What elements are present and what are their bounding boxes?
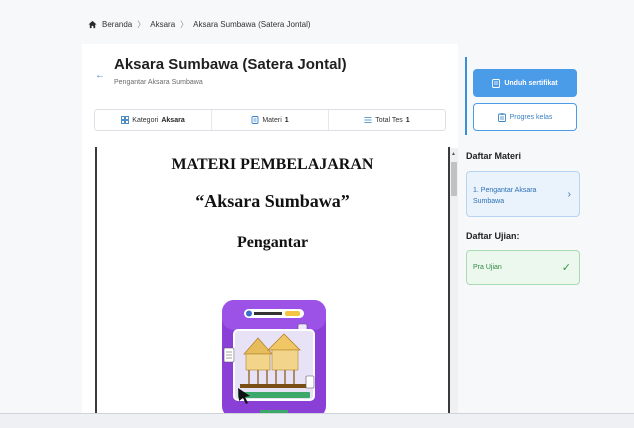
stat-tes: Total Tes 1 [328, 110, 445, 130]
document-title: “Aksara Sumbawa” [195, 191, 350, 211]
breadcrumb-item-aksara[interactable]: Aksara [150, 20, 175, 29]
arrow-left-icon[interactable]: ← [95, 70, 105, 81]
ujian-item-label: Pra Ujian [473, 264, 502, 271]
document-scrollbar[interactable]: ▲ [450, 148, 458, 416]
material-document-viewer[interactable]: MATERI PEMBELAJARAN “Aksara Sumbawa” Pen… [95, 147, 450, 416]
stat-tes-label: Total Tes [375, 116, 403, 124]
chevron-right-icon: › [567, 189, 571, 200]
accent-divider [465, 57, 467, 135]
bottom-bar [0, 413, 634, 428]
breadcrumb: Beranda 〉 Aksara 〉 Aksara Sumbawa (Sater… [88, 19, 311, 30]
ujian-list-item[interactable]: Pra Ujian ✓ [466, 250, 580, 285]
certificate-icon [492, 78, 501, 88]
ujian-list-title: Daftar Ujian: [466, 231, 520, 241]
stat-tes-value: 1 [405, 116, 410, 124]
stat-materi-value: 1 [284, 116, 289, 124]
download-certificate-label: Unduh sertifikat [504, 79, 558, 87]
scroll-up-icon[interactable]: ▲ [451, 151, 456, 157]
page-subtitle: Pengantar Aksara Sumbawa [114, 79, 203, 86]
scrollbar-thumb[interactable] [451, 162, 457, 196]
check-icon: ✓ [561, 262, 571, 274]
materi-list-item[interactable]: 1. Pengantar Aksara Sumbawa › [466, 171, 580, 217]
stat-materi: Materi 1 [211, 110, 328, 130]
materi-list-title: Daftar Materi [466, 151, 522, 161]
breadcrumb-item-beranda[interactable]: Beranda [102, 20, 132, 29]
course-card: ← Aksara Sumbawa (Satera Jontal) Pengant… [82, 44, 458, 416]
stat-kategori: Kategori Aksara [95, 110, 211, 130]
actions-panel: Unduh sertifikat Progres kelas [462, 57, 590, 147]
document-icon [251, 116, 259, 124]
document-subtitle: Pengantar [236, 234, 309, 251]
home-icon[interactable] [88, 20, 97, 29]
stat-kategori-value: Aksara [161, 116, 185, 124]
document-heading: MATERI PEMBELAJARAN [171, 156, 374, 173]
course-stats: Kategori Aksara Materi 1 Total Tes 1 [94, 109, 446, 131]
grid-icon [121, 116, 130, 124]
list-icon [364, 117, 372, 123]
page-title: Aksara Sumbawa (Satera Jontal) [114, 56, 347, 73]
class-progress-label: Progres kelas [509, 113, 553, 121]
materi-item-label: 1. Pengantar Aksara Sumbawa [473, 187, 537, 205]
stat-materi-label: Materi [262, 116, 282, 124]
breadcrumb-item-current: Aksara Sumbawa (Satera Jontal) [193, 20, 311, 29]
breadcrumb-separator: 〉 [180, 20, 189, 29]
download-certificate-button[interactable]: Unduh sertifikat [473, 69, 577, 97]
breadcrumb-separator: 〉 [137, 20, 146, 29]
class-progress-button[interactable]: Progres kelas [473, 103, 577, 131]
traditional-house-illustration [222, 300, 326, 416]
stat-kategori-label: Kategori [132, 116, 159, 124]
clipboard-icon [497, 112, 506, 122]
